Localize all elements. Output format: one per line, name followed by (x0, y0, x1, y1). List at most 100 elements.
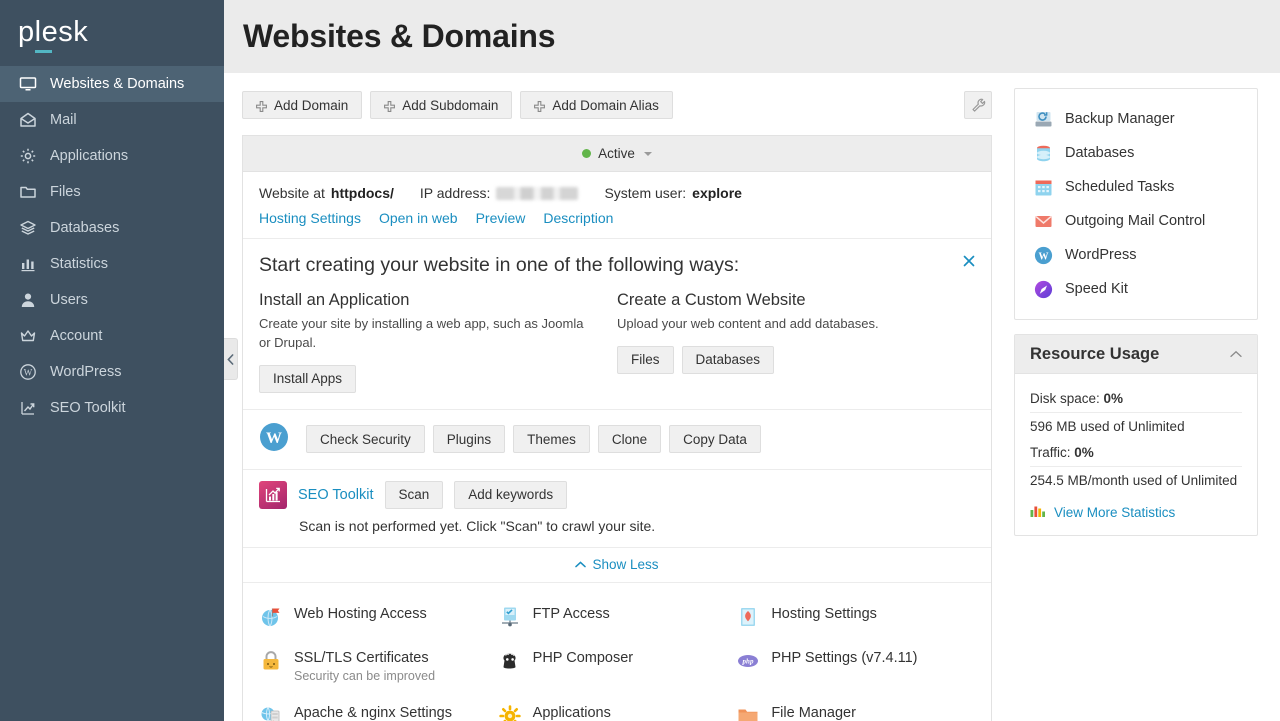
sidebar-item-label: WordPress (50, 364, 122, 380)
database-icon (1033, 143, 1053, 163)
plesk-logo[interactable]: plesk (0, 0, 224, 64)
user-icon (18, 291, 37, 310)
traffic-row: Traffic: 0% (1030, 440, 1242, 467)
sidebar-item-seo-toolkit[interactable]: SEO Toolkit (0, 390, 224, 426)
resource-usage-body: Disk space: 0% 596 MB used of Unlimited … (1015, 374, 1257, 535)
scan-button[interactable]: Scan (384, 480, 444, 509)
sidebar-item-label: Mail (50, 112, 77, 128)
sidebar-item-label: Websites & Domains (50, 76, 185, 92)
plus-icon (534, 100, 546, 112)
svg-text:W: W (23, 368, 32, 378)
tool-ftp-access[interactable]: FTP Access (498, 595, 737, 639)
quick-link-label: WordPress (1065, 247, 1137, 263)
main-content: Websites & Domains Add Domain Add Subdom… (224, 0, 1280, 721)
open-in-web-link[interactable]: Open in web (379, 210, 458, 226)
httpdocs-link[interactable]: httpdocs/ (331, 185, 394, 201)
databases-button[interactable]: Databases (681, 345, 775, 374)
add-subdomain-button[interactable]: Add Subdomain (370, 91, 513, 119)
quick-link-speed-kit[interactable]: Speed Kit (1015, 272, 1257, 306)
check-security-button[interactable]: Check Security (306, 425, 425, 454)
quick-link-scheduled-tasks[interactable]: Scheduled Tasks (1015, 170, 1257, 204)
sidebar-collapse-handle[interactable] (224, 338, 238, 380)
sidebar-item-wordpress[interactable]: W WordPress (0, 354, 224, 390)
wordpress-buttons: Check Security Plugins Themes Clone Copy… (306, 425, 761, 454)
page-title: Websites & Domains (243, 18, 556, 54)
backup-icon (1033, 109, 1053, 129)
add-domain-alias-label: Add Domain Alias (552, 97, 659, 113)
tool-file-manager[interactable]: File Manager (736, 694, 975, 721)
domain-status-bar[interactable]: Active (243, 136, 991, 172)
sidebar-item-mail[interactable]: Mail (0, 102, 224, 138)
preview-link[interactable]: Preview (476, 210, 526, 226)
disk-space-row: Disk space: 0% (1030, 386, 1242, 413)
website-at-label: Website at (259, 185, 325, 201)
svg-text:W: W (266, 430, 282, 447)
view-more-statistics[interactable]: View More Statistics (1030, 503, 1242, 521)
seo-toolkit-link[interactable]: SEO Toolkit (298, 487, 374, 503)
sidebar-item-databases[interactable]: Databases (0, 210, 224, 246)
tool-apache-nginx-settings[interactable]: Apache & nginx Settings (259, 694, 498, 721)
description-link[interactable]: Description (543, 210, 613, 226)
copy-data-button[interactable]: Copy Data (669, 425, 761, 454)
custom-website-text: Upload your web content and add database… (617, 316, 879, 331)
quick-link-backup-manager[interactable]: Backup Manager (1015, 102, 1257, 136)
tool-php-composer[interactable]: PHP Composer (498, 639, 737, 695)
quick-link-label: Backup Manager (1065, 111, 1175, 127)
sidebar-item-account[interactable]: Account (0, 318, 224, 354)
tool-php-settings[interactable]: php PHP Settings (v7.4.11) (736, 639, 975, 695)
files-button[interactable]: Files (617, 345, 674, 374)
close-icon[interactable] (961, 253, 977, 269)
folder-icon (18, 183, 37, 202)
tool-web-hosting-access[interactable]: Web Hosting Access (259, 595, 498, 639)
resource-usage-title: Resource Usage (1030, 344, 1160, 363)
clone-button[interactable]: Clone (597, 425, 662, 454)
quick-link-wordpress[interactable]: W WordPress (1015, 238, 1257, 272)
site-sublinks: Hosting Settings Open in web Preview Des… (259, 210, 975, 226)
sidebar-item-websites-domains[interactable]: Websites & Domains (0, 66, 224, 102)
add-domain-alias-button[interactable]: Add Domain Alias (520, 91, 673, 119)
install-app-buttons: Install Apps (259, 364, 617, 393)
folder-orange-icon (736, 704, 760, 721)
plugins-button[interactable]: Plugins (432, 425, 506, 454)
tool-hosting-settings[interactable]: Hosting Settings (736, 595, 975, 639)
wrench-icon[interactable] (964, 91, 992, 119)
themes-button[interactable]: Themes (513, 425, 590, 454)
show-less-toggle[interactable]: Show Less (243, 548, 991, 583)
sidebar-item-label: Files (50, 184, 81, 200)
sidebar-item-files[interactable]: Files (0, 174, 224, 210)
wordpress-icon: W (18, 363, 37, 382)
tool-applications[interactable]: Applications (498, 694, 737, 721)
sun-gear-icon (498, 704, 522, 721)
ip-address-label: IP address: (419, 185, 491, 201)
tool-label: SSL/TLS Certificates (294, 649, 429, 666)
sidebar-item-applications[interactable]: Applications (0, 138, 224, 174)
install-apps-button[interactable]: Install Apps (259, 364, 357, 393)
chevron-down-icon (643, 151, 652, 156)
tool-sublabel: Security can be improved (294, 668, 436, 683)
calendar-icon (1033, 177, 1053, 197)
ftp-icon (498, 605, 522, 629)
add-subdomain-label: Add Subdomain (402, 97, 499, 113)
chevron-left-icon (227, 353, 234, 365)
add-keywords-button[interactable]: Add keywords (454, 480, 568, 509)
wordpress-strip: W Check Security Plugins Themes Clone Co… (243, 410, 991, 470)
quick-link-outgoing-mail-control[interactable]: Outgoing Mail Control (1015, 204, 1257, 238)
resource-usage-header[interactable]: Resource Usage (1015, 335, 1257, 374)
tool-label: Web Hosting Access (294, 605, 427, 622)
chevron-up-icon[interactable] (1230, 350, 1242, 358)
site-info-line: Website at httpdocs/ IP address: System … (259, 185, 975, 201)
tool-ssl-tls-certificates[interactable]: SSL/TLS Certificates Security can be imp… (259, 639, 498, 695)
seo-toolkit-strip: SEO Toolkit Scan Add keywords Scan is no… (243, 470, 991, 548)
sidebar-item-statistics[interactable]: Statistics (0, 246, 224, 282)
hosting-settings-icon (736, 605, 760, 629)
hosting-settings-link[interactable]: Hosting Settings (259, 210, 361, 226)
sidebar-item-label: SEO Toolkit (50, 400, 126, 416)
sidebar-item-label: Statistics (50, 256, 109, 272)
add-domain-button[interactable]: Add Domain (242, 91, 363, 119)
quick-link-databases[interactable]: Databases (1015, 136, 1257, 170)
envelope-icon (18, 111, 37, 130)
crown-icon (18, 327, 37, 346)
sidebar-item-users[interactable]: Users (0, 282, 224, 318)
create-website-banner: Start creating your website in one of th… (243, 239, 991, 410)
ip-address-value-redacted (496, 186, 579, 200)
